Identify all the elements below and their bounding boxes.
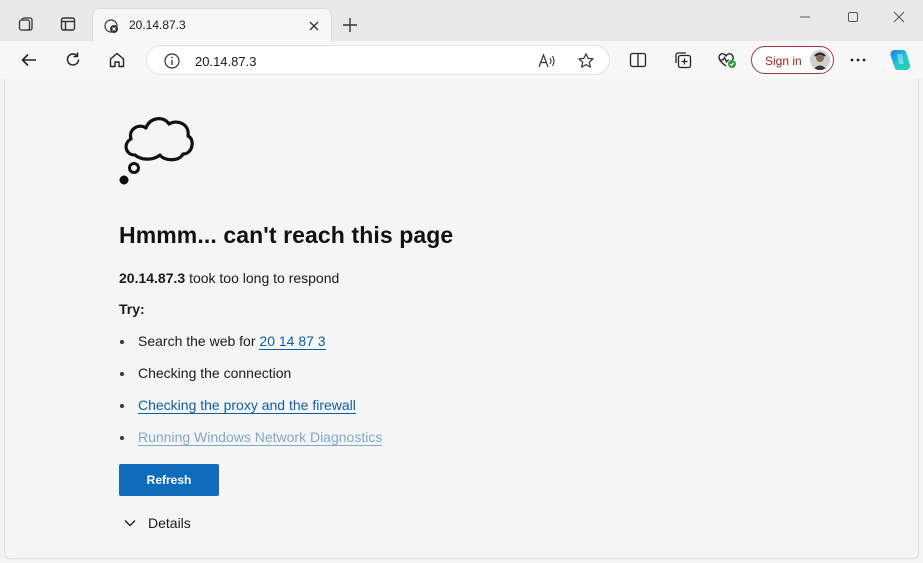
collections-icon[interactable] <box>669 46 697 74</box>
copilot-icon[interactable] <box>886 46 914 74</box>
maximize-icon[interactable] <box>838 6 868 28</box>
error-page: Hmmm... can't reach this page 20.14.87.3… <box>4 79 919 559</box>
suggestion-text: Checking the connection <box>138 365 292 381</box>
avatar <box>810 50 830 70</box>
minimize-icon[interactable] <box>790 6 820 28</box>
home-icon[interactable] <box>103 46 131 74</box>
workspaces-icon[interactable] <box>13 10 41 38</box>
suggestion-list: Search the web for 20 14 87 3 Checking t… <box>119 333 383 461</box>
thought-cloud-icon <box>117 109 197 189</box>
toolbar: 20.14.87.3 Sign in <box>0 41 923 79</box>
favorite-star-icon[interactable] <box>574 49 598 73</box>
suggestion-text: Search the web for <box>138 333 260 349</box>
tab-title: 20.14.87.3 <box>129 18 186 32</box>
error-favicon-icon <box>103 18 119 34</box>
sign-in-label: Sign in <box>765 54 802 68</box>
more-icon[interactable] <box>844 46 872 74</box>
search-web-link[interactable]: 20 14 87 3 <box>259 333 326 350</box>
plus-icon[interactable] <box>337 12 363 38</box>
list-item: Search the web for 20 14 87 3 <box>119 333 382 365</box>
back-arrow-icon[interactable] <box>15 46 43 74</box>
active-tab[interactable]: 20.14.87.3 <box>92 8 332 42</box>
chevron-down-icon <box>124 520 136 527</box>
page-title: Hmmm... can't reach this page <box>119 222 454 248</box>
address-bar[interactable]: 20.14.87.3 <box>146 45 610 75</box>
details-toggle[interactable]: Details <box>123 515 191 531</box>
error-message: 20.14.87.3 took too long to respond <box>119 270 339 286</box>
list-item: Checking the connection <box>119 365 382 397</box>
sign-in-button[interactable]: Sign in <box>751 46 834 74</box>
error-host: 20.14.87.3 <box>119 270 186 286</box>
refresh-button[interactable]: Refresh <box>119 464 219 496</box>
proxy-firewall-link[interactable]: Checking the proxy and the firewall <box>138 397 356 414</box>
split-screen-icon[interactable] <box>624 46 652 74</box>
close-icon[interactable] <box>305 17 323 35</box>
list-item: Checking the proxy and the firewall <box>119 397 382 429</box>
error-message-text: took too long to respond <box>189 270 340 286</box>
try-label: Try: <box>119 301 145 317</box>
title-bar: 20.14.87.3 <box>0 0 923 42</box>
url-text[interactable]: 20.14.87.3 <box>195 54 256 69</box>
read-aloud-icon[interactable] <box>535 49 559 73</box>
tab-actions-icon[interactable] <box>54 10 82 38</box>
info-icon[interactable] <box>163 52 181 70</box>
window-close-icon[interactable] <box>884 6 914 28</box>
browser-essentials-icon[interactable] <box>713 46 741 74</box>
reload-icon[interactable] <box>59 46 87 74</box>
network-diagnostics-link[interactable]: Running Windows Network Diagnostics <box>138 429 383 446</box>
list-item: Running Windows Network Diagnostics <box>119 429 383 461</box>
details-label: Details <box>148 515 191 531</box>
